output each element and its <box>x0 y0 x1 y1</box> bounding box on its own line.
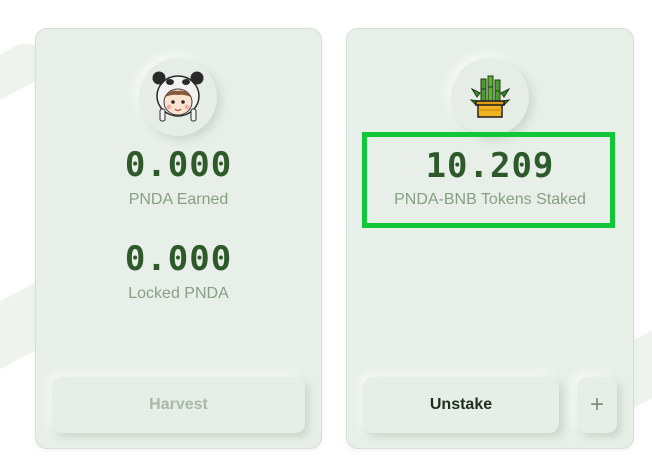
earnings-card: 0.000 PNDA Earned 0.000 Locked PNDA Harv… <box>35 28 322 449</box>
harvest-button[interactable]: Harvest <box>52 377 305 433</box>
stake-more-button[interactable]: + <box>577 377 617 433</box>
earned-label: PNDA Earned <box>128 191 229 208</box>
locked-value: 0.000 <box>124 239 233 279</box>
earned-avatar <box>139 58 217 136</box>
staked-label: PNDA-BNB Tokens Staked <box>394 191 586 208</box>
staked-avatar <box>451 58 529 136</box>
earned-value: 0.000 <box>124 145 233 185</box>
unstake-button[interactable]: Unstake <box>363 377 559 433</box>
panda-mascot-icon <box>152 71 204 122</box>
bamboo-pot-icon <box>469 75 511 118</box>
staked-value: 10.209 <box>425 146 555 186</box>
staked-card: 10.209 PNDA-BNB Tokens Staked Unstake + <box>346 28 634 449</box>
locked-label: Locked PNDA <box>128 285 229 302</box>
